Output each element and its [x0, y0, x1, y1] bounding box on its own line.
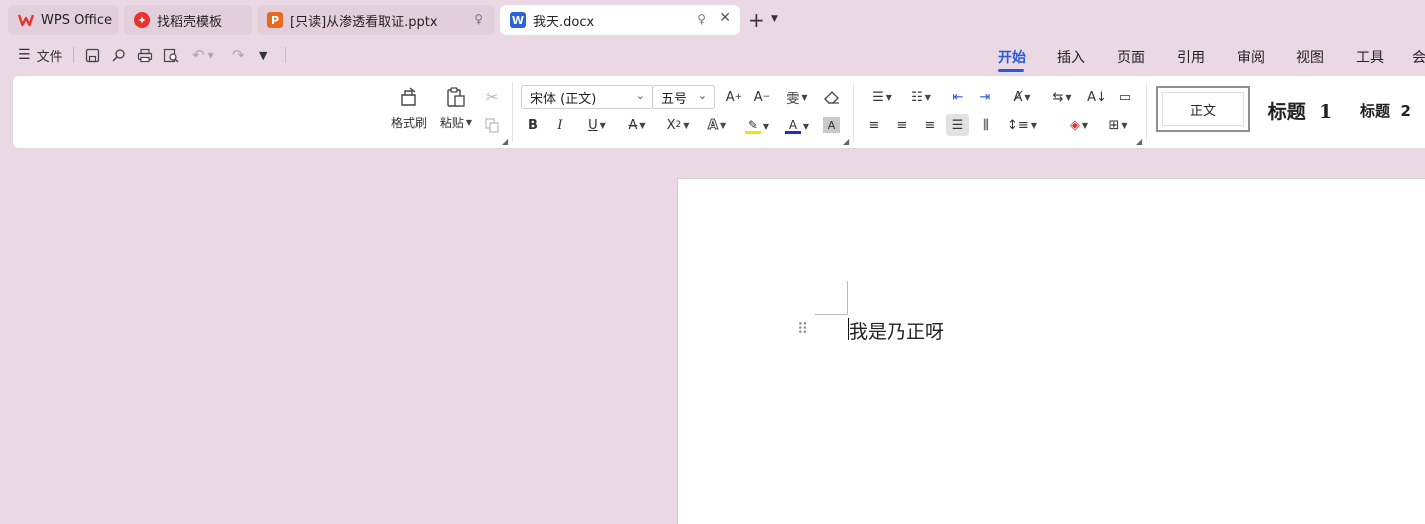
align-right-icon[interactable]: ≡ — [920, 116, 940, 134]
style-heading-2[interactable]: 标题 2 — [1360, 88, 1425, 132]
drag-handle-icon[interactable]: ⠿ — [797, 320, 808, 338]
text-effects-icon[interactable]: A ▼ — [702, 116, 732, 134]
tab-pptx-file[interactable]: P [只读]从渗透看取证.pptx ♀ — [257, 5, 495, 35]
style-heading-2-label: 标题 2 — [1360, 101, 1411, 120]
increase-font-size-icon[interactable]: A + — [724, 88, 744, 106]
font-size-select[interactable]: 五号 ⌄ — [652, 85, 715, 109]
file-menu-button[interactable]: ☰ 文件 — [18, 44, 63, 66]
chevron-down-icon: ⌄ — [635, 89, 645, 102]
underline-icon[interactable]: U ▼ — [582, 116, 612, 134]
text-direction-icon[interactable]: Ⱥ ▼ — [1006, 88, 1038, 106]
highlight-color-swatch — [744, 130, 761, 134]
paste-icon — [447, 87, 465, 107]
show-hide-marks-icon[interactable]: ▭ — [1114, 88, 1136, 106]
align-left-icon[interactable]: ≡ — [864, 116, 884, 134]
tab-list-chevron-icon[interactable]: ▼ — [771, 14, 778, 24]
character-shading-icon[interactable]: A — [823, 117, 840, 133]
format-painter-icon — [401, 87, 416, 106]
tab-docer-templates[interactable]: ✦ 找稻壳模板 — [124, 5, 252, 35]
bold-icon[interactable]: B — [523, 116, 543, 134]
clipboard-group-launcher-icon[interactable]: ◢ — [502, 137, 508, 146]
font-group-launcher-icon[interactable]: ◢ — [843, 137, 849, 146]
new-tab-icon[interactable]: + — [748, 8, 765, 32]
tab-page[interactable]: 页面 — [1117, 47, 1145, 67]
document-page[interactable] — [677, 178, 1425, 524]
tab-member[interactable]: 会 — [1412, 47, 1425, 67]
sort-icon[interactable]: A↓ — [1087, 88, 1107, 106]
format-painter-label: 格式刷 — [390, 116, 427, 130]
highlight-color-icon[interactable]: ✎ ▼ — [741, 116, 773, 136]
superscript-icon[interactable]: X 2 ▼ — [663, 116, 693, 134]
save-icon[interactable] — [85, 44, 100, 66]
copy-icon[interactable] — [482, 116, 502, 134]
margin-corner-mark — [815, 314, 848, 315]
font-color-swatch — [784, 130, 801, 134]
style-heading-1-label: 标题 1 — [1267, 100, 1333, 123]
borders-icon[interactable]: ⊞ ▼ — [1102, 116, 1134, 134]
pin-icon[interactable]: ♀ — [474, 12, 483, 26]
margin-corner-mark — [847, 281, 848, 315]
customize-quick-access-icon[interactable]: ▼ — [259, 44, 267, 66]
tab-references[interactable]: 引用 — [1177, 47, 1205, 67]
export-pdf-icon[interactable] — [111, 44, 126, 66]
presentation-file-icon: P — [267, 12, 283, 28]
tab-review[interactable]: 审阅 — [1237, 47, 1265, 67]
font-name-select[interactable]: 宋体 (正文) ⌄ — [521, 85, 653, 109]
font-name-value: 宋体 (正文) — [530, 91, 597, 107]
writer-file-icon: W — [510, 12, 526, 28]
print-preview-icon[interactable] — [163, 44, 179, 66]
hamburger-icon: ☰ — [18, 47, 31, 63]
align-center-icon[interactable]: ≡ — [892, 116, 912, 134]
justify-icon[interactable]: ☰ — [946, 114, 969, 136]
strikethrough-icon[interactable]: A ▼ — [622, 116, 652, 134]
decrease-indent-icon[interactable]: ⇤ — [948, 88, 968, 106]
style-normal[interactable]: 正文 — [1156, 86, 1250, 132]
undo-icon[interactable]: ↶ ▼ — [192, 44, 214, 66]
tab-home[interactable]: 开始 — [998, 47, 1026, 67]
docer-logo-icon: ✦ — [134, 12, 150, 28]
distributed-align-icon[interactable]: ⫼ — [976, 116, 996, 134]
tab-tools[interactable]: 工具 — [1356, 47, 1384, 67]
italic-icon[interactable]: I — [550, 116, 570, 134]
bullet-list-icon[interactable]: ☰ ▼ — [866, 88, 898, 106]
format-painter-button[interactable]: 格式刷 — [390, 86, 428, 131]
font-size-value: 五号 — [661, 91, 688, 107]
decrease-font-size-icon[interactable]: A − — [752, 88, 772, 106]
line-spacing-icon[interactable]: ↕≡ ▼ — [1006, 116, 1038, 134]
redo-icon[interactable]: ↷ — [232, 44, 245, 66]
tab-label: WPS Office — [41, 12, 113, 28]
print-icon[interactable] — [137, 44, 153, 66]
close-icon[interactable]: ✕ — [719, 10, 731, 26]
tab-view[interactable]: 视图 — [1296, 47, 1324, 67]
clear-formatting-icon[interactable] — [822, 88, 842, 106]
paste-button[interactable]: 粘贴 ▼ — [437, 86, 475, 131]
active-tab-indicator — [998, 69, 1024, 72]
shading-icon[interactable]: ◈ ▼ — [1063, 116, 1095, 134]
style-normal-label: 正文 — [1189, 103, 1216, 119]
tab-insert[interactable]: 插入 — [1057, 47, 1085, 67]
tab-label: 我天.docx — [533, 14, 595, 30]
pin-icon[interactable]: ♀ — [697, 12, 706, 26]
font-color-icon[interactable]: A ▼ — [781, 116, 813, 136]
tab-docx-file[interactable]: W 我天.docx ♀ ✕ — [500, 5, 740, 35]
paragraph-group-launcher-icon[interactable]: ◢ — [1136, 137, 1142, 146]
increase-indent-icon[interactable]: ⇥ — [975, 88, 995, 106]
numbered-list-icon[interactable]: ☷ ▼ — [905, 88, 937, 106]
tab-label: [只读]从渗透看取证.pptx — [290, 14, 438, 30]
wps-logo-icon — [18, 12, 34, 28]
cut-icon[interactable]: ✂ — [482, 88, 502, 106]
tab-wps-office[interactable]: WPS Office — [8, 5, 119, 35]
tab-label: 找稻壳模板 — [157, 14, 223, 30]
file-menu-label: 文件 — [36, 49, 63, 65]
style-heading-1[interactable]: 标题 1 — [1260, 88, 1340, 132]
paste-label: 粘贴 — [439, 116, 464, 130]
document-paragraph[interactable]: 我是乃正呀 — [849, 317, 944, 344]
chinese-layout-icon[interactable]: ⇆ ▼ — [1046, 88, 1078, 106]
phonetic-guide-icon[interactable]: 雯 ▼ — [781, 88, 813, 107]
chevron-down-icon: ⌄ — [697, 89, 707, 102]
